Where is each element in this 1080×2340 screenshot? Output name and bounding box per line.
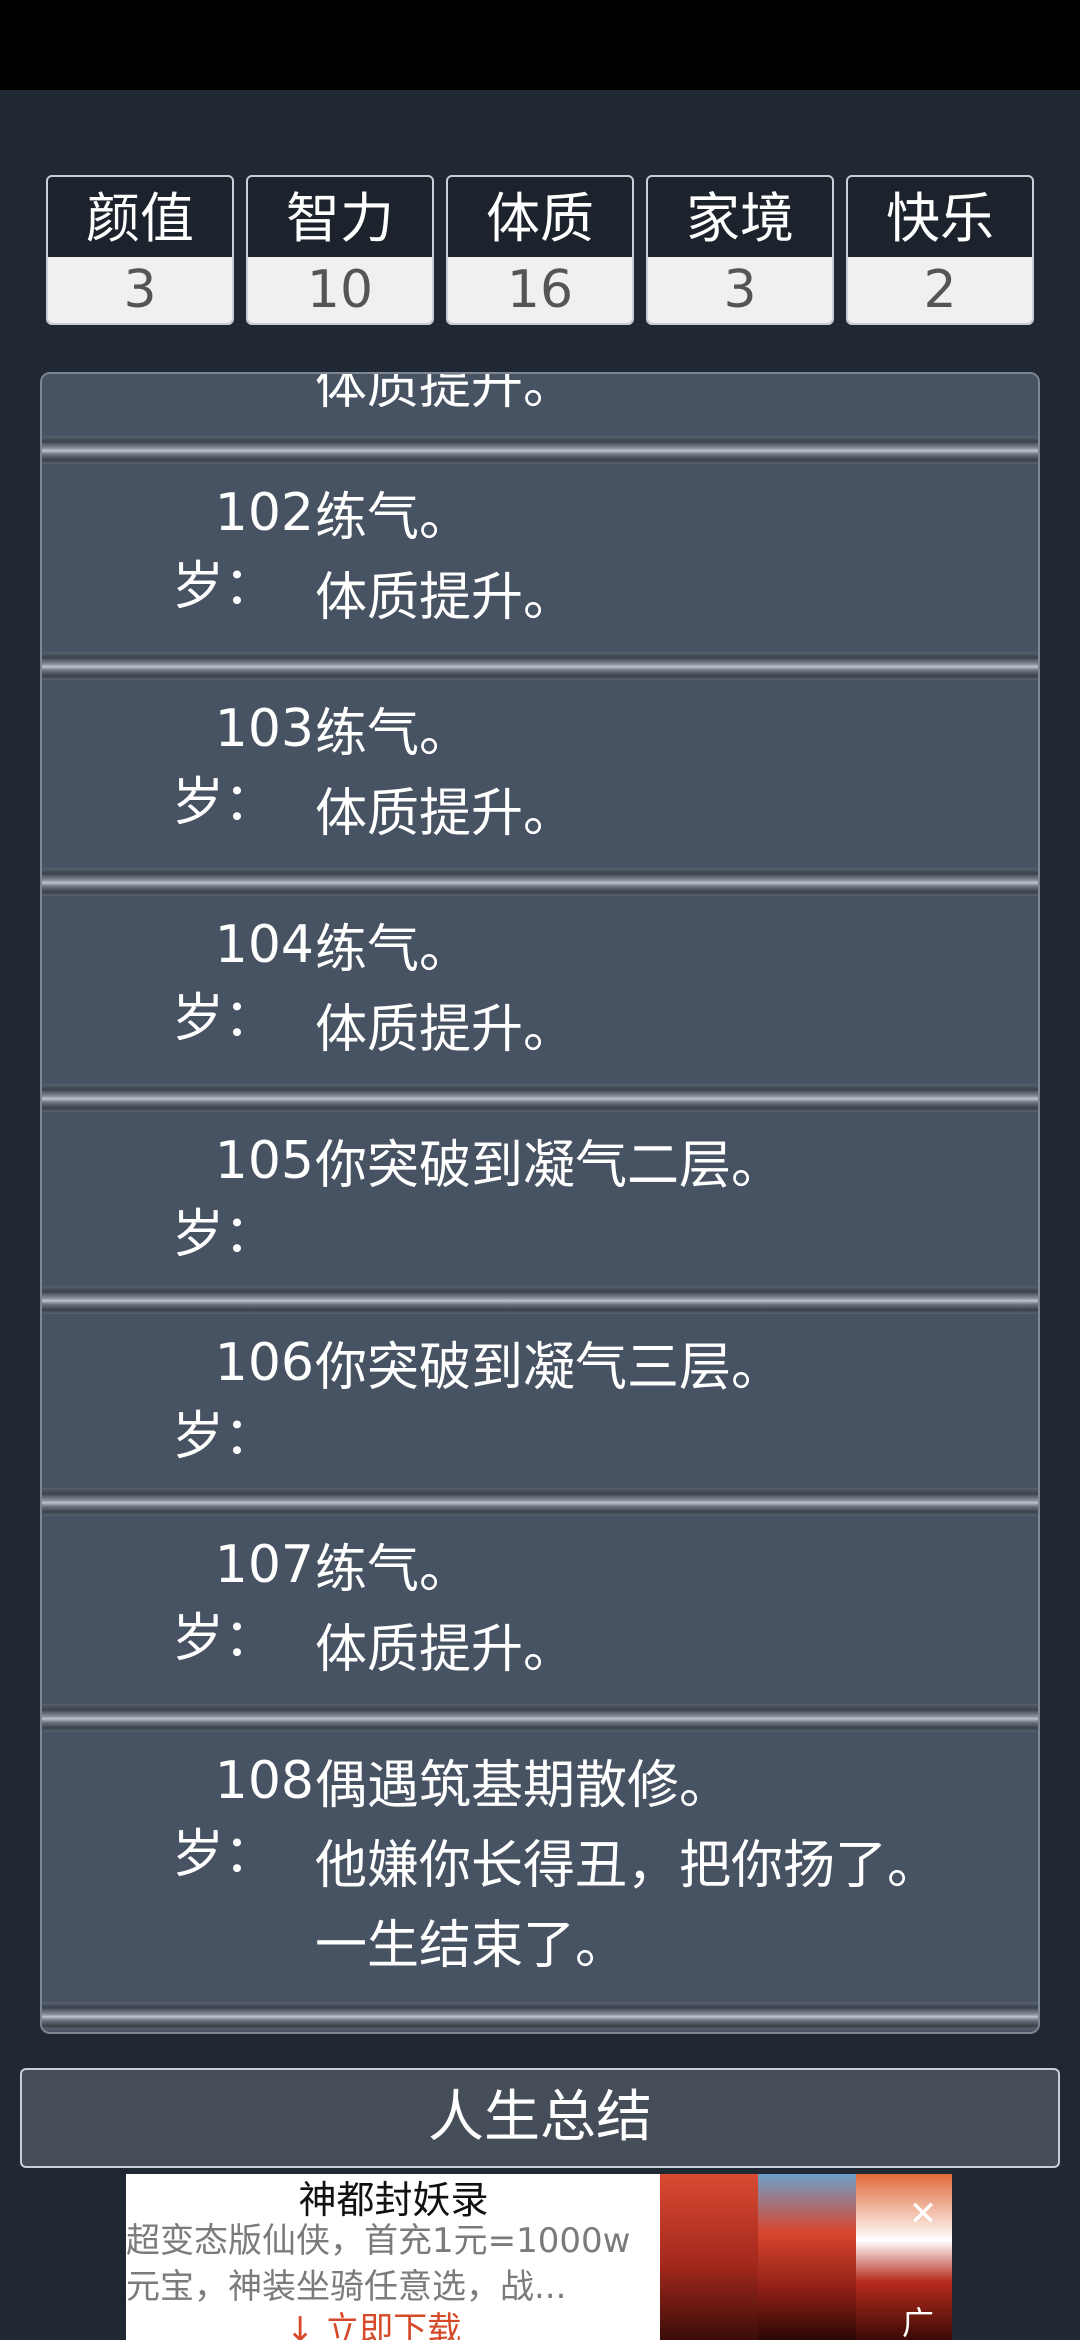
divider — [42, 1704, 1038, 1732]
ad-download-link[interactable]: ↓ 立即下载 — [286, 2310, 461, 2340]
list-item-partial: 体质提升。 — [42, 374, 1038, 436]
list-item: 102 岁： 练气。 体质提升。 — [42, 464, 1038, 652]
list-item: 106 岁： 你突破到凝气三层。 — [42, 1314, 1038, 1488]
ad-description[interactable]: 超变态版仙侠，首充1元=1000w元宝，神装坐骑任意选，战... — [126, 2218, 661, 2310]
event-text: 偶遇筑基期散修。 他嫌你长得丑，把你扬了。 一生结束了。 — [315, 1756, 940, 1976]
ad-image[interactable] — [758, 2174, 856, 2340]
stat-label: 快乐 — [886, 187, 994, 250]
age-label: 107 岁： — [171, 1535, 314, 1669]
close-icon[interactable]: ✕ — [903, 2194, 943, 2234]
list-item: 108 岁： 偶遇筑基期散修。 他嫌你长得丑，把你扬了。 一生结束了。 — [42, 1732, 1038, 2002]
event-text: 你突破到凝气三层。 — [315, 1338, 784, 1398]
divider — [42, 1488, 1038, 1516]
life-summary-button[interactable]: 人生总结 — [20, 2068, 1060, 2168]
event-text: 你突破到凝气二层。 — [315, 1136, 784, 1196]
stat-appearance: 颜值 3 — [46, 175, 234, 325]
age-label: 103 岁： — [171, 699, 314, 833]
stat-happiness: 快乐 2 — [846, 175, 1034, 325]
ad-banner[interactable]: 神都封妖录 超变态版仙侠，首充1元=1000w元宝，神装坐骑任意选，战... ↓… — [126, 2174, 952, 2340]
stat-value: 16 — [448, 257, 632, 323]
divider — [42, 436, 1038, 464]
status-bar — [0, 0, 1080, 90]
stat-label: 颜值 — [86, 187, 194, 250]
stat-intelligence: 智力 10 — [246, 175, 434, 325]
divider — [42, 652, 1038, 680]
divider — [42, 1286, 1038, 1314]
stat-value: 2 — [848, 257, 1032, 323]
divider — [42, 2002, 1038, 2030]
age-label: 108 岁： — [171, 1751, 314, 1885]
life-log-list[interactable]: 体质提升。 102 岁： 练气。 体质提升。 103 岁： 练气。 体质提升。 104 岁… — [40, 372, 1040, 2034]
event-text: 练气。 体质提升。 — [315, 488, 576, 628]
list-item: 103 岁： 练气。 体质提升。 — [42, 680, 1038, 868]
age-label: 106 岁： — [171, 1333, 314, 1467]
age-label: 102 岁： — [171, 483, 314, 617]
stat-constitution: 体质 16 — [446, 175, 634, 325]
ad-tag: 广告 — [902, 2304, 935, 2340]
ad-image[interactable] — [660, 2174, 758, 2340]
stat-label: 体质 — [486, 187, 594, 250]
attribute-panel: 颜值 3 智力 10 体质 16 家境 3 快乐 2 — [46, 175, 1036, 325]
list-item: 104 岁： 练气。 体质提升。 — [42, 896, 1038, 1084]
list-item: 105 岁： 你突破到凝气二层。 — [42, 1112, 1038, 1286]
list-item: 107 岁： 练气。 体质提升。 — [42, 1516, 1038, 1704]
event-text: 体质提升。 — [315, 372, 576, 416]
divider — [42, 868, 1038, 896]
stat-value: 3 — [648, 257, 832, 323]
stat-label: 家境 — [686, 187, 794, 250]
age-label: 104 岁： — [171, 915, 314, 1049]
stat-value: 3 — [48, 257, 232, 323]
divider — [42, 1084, 1038, 1112]
stat-value: 10 — [248, 257, 432, 323]
stat-family: 家境 3 — [646, 175, 834, 325]
event-text: 练气。 体质提升。 — [315, 1540, 576, 1680]
event-text: 练气。 体质提升。 — [315, 704, 576, 844]
stat-label: 智力 — [286, 187, 394, 250]
ad-title[interactable]: 神都封妖录 — [126, 2176, 661, 2224]
event-text: 练气。 体质提升。 — [315, 920, 576, 1060]
age-label: 105 岁： — [171, 1131, 314, 1265]
